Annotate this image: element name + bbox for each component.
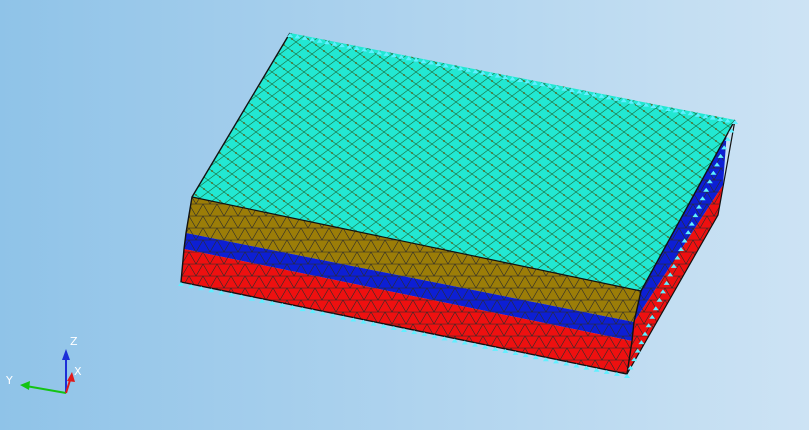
viewport-canvas[interactable]: Z Y X (0, 0, 809, 430)
y-axis-label: Y (5, 374, 13, 387)
x-axis-label: X (74, 365, 82, 378)
graphics-viewport[interactable]: Z Y X (0, 0, 809, 430)
z-axis-label: Z (70, 335, 78, 348)
